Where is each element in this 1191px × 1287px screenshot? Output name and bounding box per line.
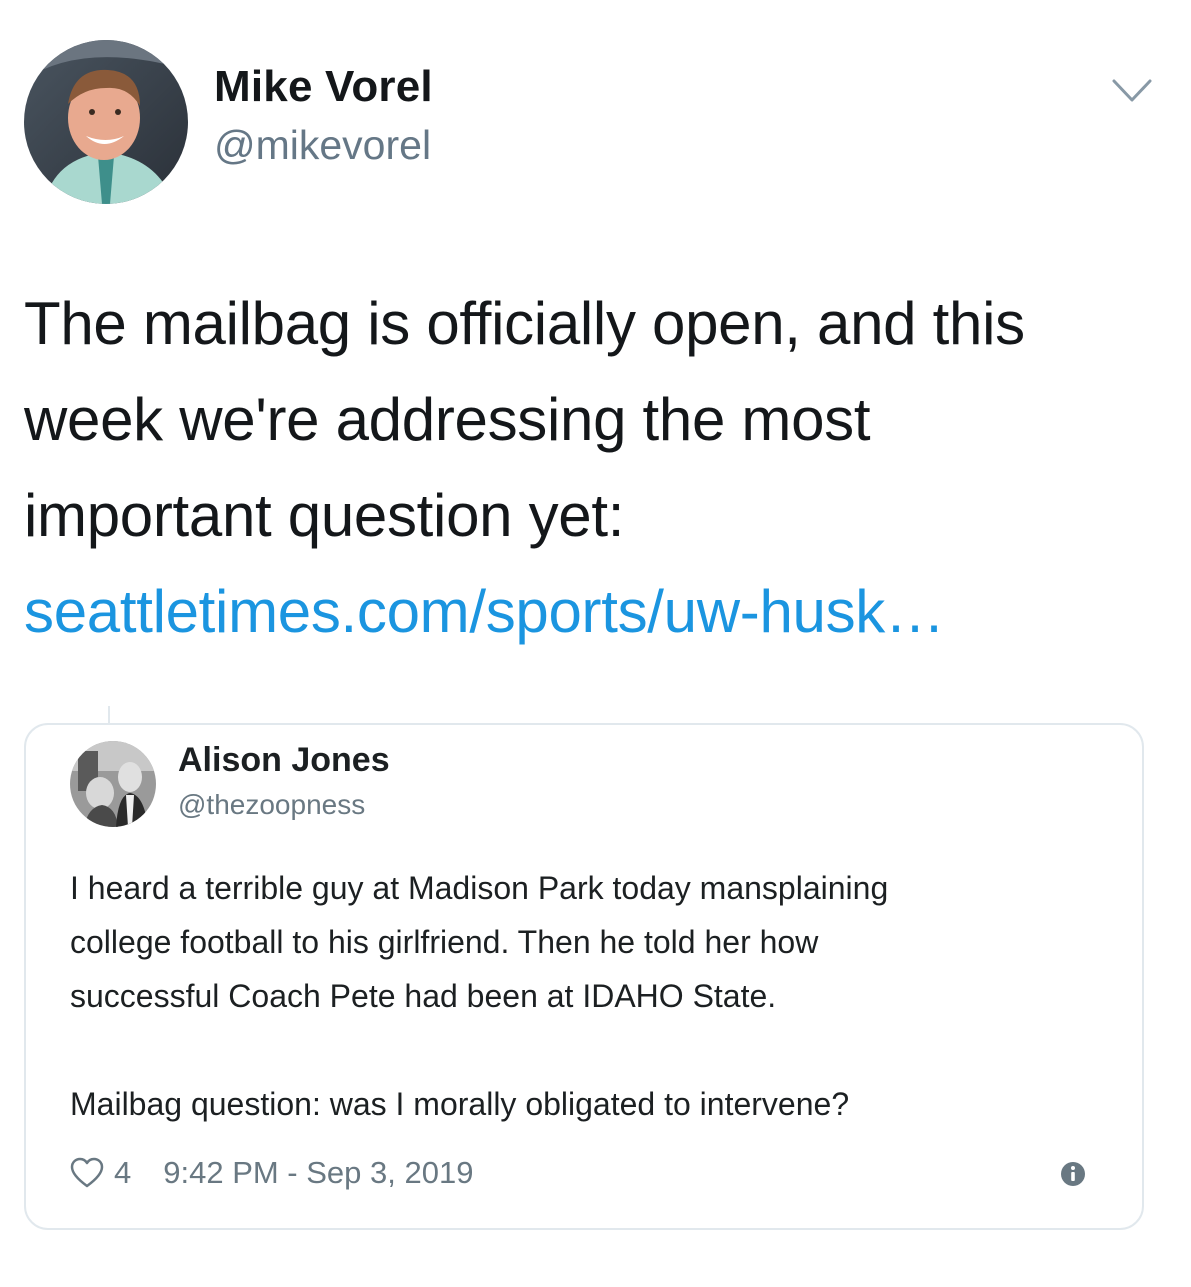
quote-connector	[108, 706, 110, 723]
author-avatar[interactable]	[24, 40, 188, 204]
author-name[interactable]: Mike Vorel	[214, 62, 433, 112]
tweet-text-line: The mailbag is officially open, and this	[24, 290, 1025, 357]
tweet-text-line: week we're addressing the most	[24, 386, 871, 453]
quoted-author-avatar[interactable]	[70, 741, 156, 827]
quoted-author-name[interactable]: Alison Jones	[178, 741, 390, 780]
quoted-tweet-card[interactable]: Alison Jones @thezoopness I heard a terr…	[24, 723, 1144, 1230]
quoted-tweet-footer: 4 9:42 PM - Sep 3, 2019	[70, 1153, 473, 1193]
tweet-timestamp[interactable]: 9:42 PM - Sep 3, 2019	[163, 1155, 473, 1191]
heart-icon[interactable]	[70, 1157, 104, 1189]
author-handle[interactable]: @mikevorel	[214, 122, 431, 169]
article-link[interactable]: seattletimes.com/sports/uw-husk…	[24, 564, 1154, 660]
quoted-question-line: Mailbag question: was I morally obligate…	[70, 1086, 850, 1122]
quoted-body-line: I heard a terrible guy at Madison Park t…	[70, 870, 889, 906]
chevron-down-icon[interactable]	[1111, 78, 1153, 104]
tweet-text: The mailbag is officially open, and this…	[24, 276, 1154, 660]
quoted-body-line: successful Coach Pete had been at IDAHO …	[70, 978, 777, 1014]
info-icon[interactable]	[1060, 1161, 1086, 1187]
quoted-tweet-body: I heard a terrible guy at Madison Park t…	[70, 861, 1110, 1131]
quoted-body-line: college football to his girlfriend. Then…	[70, 924, 819, 960]
quoted-author-handle[interactable]: @thezoopness	[178, 789, 365, 821]
like-count: 4	[114, 1155, 132, 1190]
tweet-text-line: important question yet:	[24, 482, 625, 549]
